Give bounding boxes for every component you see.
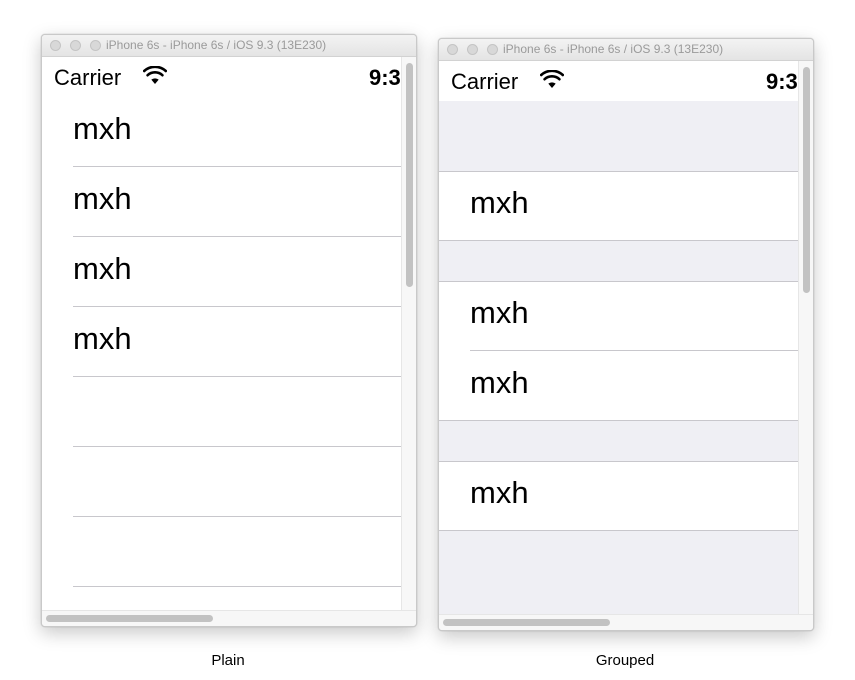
table-row[interactable]: mxh: [42, 97, 401, 167]
table-row[interactable]: mxh: [439, 462, 798, 530]
table-row[interactable]: mxh: [439, 172, 798, 240]
zoom-icon[interactable]: [487, 44, 498, 55]
window-title: iPhone 6s - iPhone 6s / iOS 9.3 (13E230): [106, 38, 327, 52]
table-row[interactable]: mxh: [439, 282, 798, 350]
window-titlebar[interactable]: iPhone 6s - iPhone 6s / iOS 9.3 (13E230): [439, 39, 813, 61]
cell-label: mxh: [73, 321, 132, 356]
simulator-window-grouped: iPhone 6s - iPhone 6s / iOS 9.3 (13E230)…: [438, 38, 814, 631]
vertical-scroll-thumb[interactable]: [406, 63, 413, 287]
table-row[interactable]: mxh: [439, 351, 798, 420]
status-time: 9:3: [369, 65, 401, 90]
table-view-plain[interactable]: Carrier 9:3 mxh mxh mxh mxh: [42, 57, 401, 610]
vertical-scrollbar[interactable]: [401, 57, 416, 610]
table-row[interactable]: mxh: [42, 237, 401, 307]
row-separator: [73, 376, 401, 377]
vertical-scrollbar[interactable]: [798, 61, 813, 614]
minimize-icon[interactable]: [467, 44, 478, 55]
zoom-icon[interactable]: [90, 40, 101, 51]
cell-label: mxh: [470, 365, 529, 400]
horizontal-scrollbar[interactable]: [42, 610, 416, 626]
caption-plain: Plain: [211, 652, 245, 669]
wifi-icon: [540, 70, 564, 88]
section-spacer: [439, 241, 798, 281]
simulator-window-plain: iPhone 6s - iPhone 6s / iOS 9.3 (13E230)…: [41, 34, 417, 627]
empty-row-separator: [73, 516, 401, 517]
wifi-icon: [143, 66, 167, 84]
cell-label: mxh: [470, 295, 529, 330]
status-time: 9:3: [766, 69, 798, 94]
table-view-grouped[interactable]: Carrier 9:3 mxh mxh mxh mxh: [439, 61, 798, 614]
section-spacer: [439, 421, 798, 461]
cell-label: mxh: [73, 251, 132, 286]
status-bar: Carrier 9:3: [42, 57, 401, 99]
carrier-label: Carrier: [451, 69, 519, 94]
caption-grouped: Grouped: [595, 652, 655, 669]
cell-label: mxh: [470, 185, 529, 220]
status-bar: Carrier 9:3: [439, 61, 798, 103]
table-row[interactable]: mxh: [42, 167, 401, 237]
minimize-icon[interactable]: [70, 40, 81, 51]
window-titlebar[interactable]: iPhone 6s - iPhone 6s / iOS 9.3 (13E230): [42, 35, 416, 57]
carrier-label: Carrier: [54, 65, 122, 90]
cell-label: mxh: [470, 475, 529, 510]
empty-row-separator: [73, 446, 401, 447]
cell-label: mxh: [73, 111, 132, 146]
close-icon[interactable]: [50, 40, 61, 51]
section-footer-spacer: [439, 531, 798, 614]
window-title: iPhone 6s - iPhone 6s / iOS 9.3 (13E230): [503, 42, 724, 56]
empty-row-separator: [73, 586, 401, 587]
section-header-spacer: [439, 101, 798, 171]
table-row[interactable]: mxh: [42, 307, 401, 377]
vertical-scroll-thumb[interactable]: [803, 67, 810, 293]
horizontal-scroll-thumb[interactable]: [46, 615, 213, 622]
horizontal-scrollbar[interactable]: [439, 614, 813, 630]
close-icon[interactable]: [447, 44, 458, 55]
horizontal-scroll-thumb[interactable]: [443, 619, 610, 626]
cell-label: mxh: [73, 181, 132, 216]
